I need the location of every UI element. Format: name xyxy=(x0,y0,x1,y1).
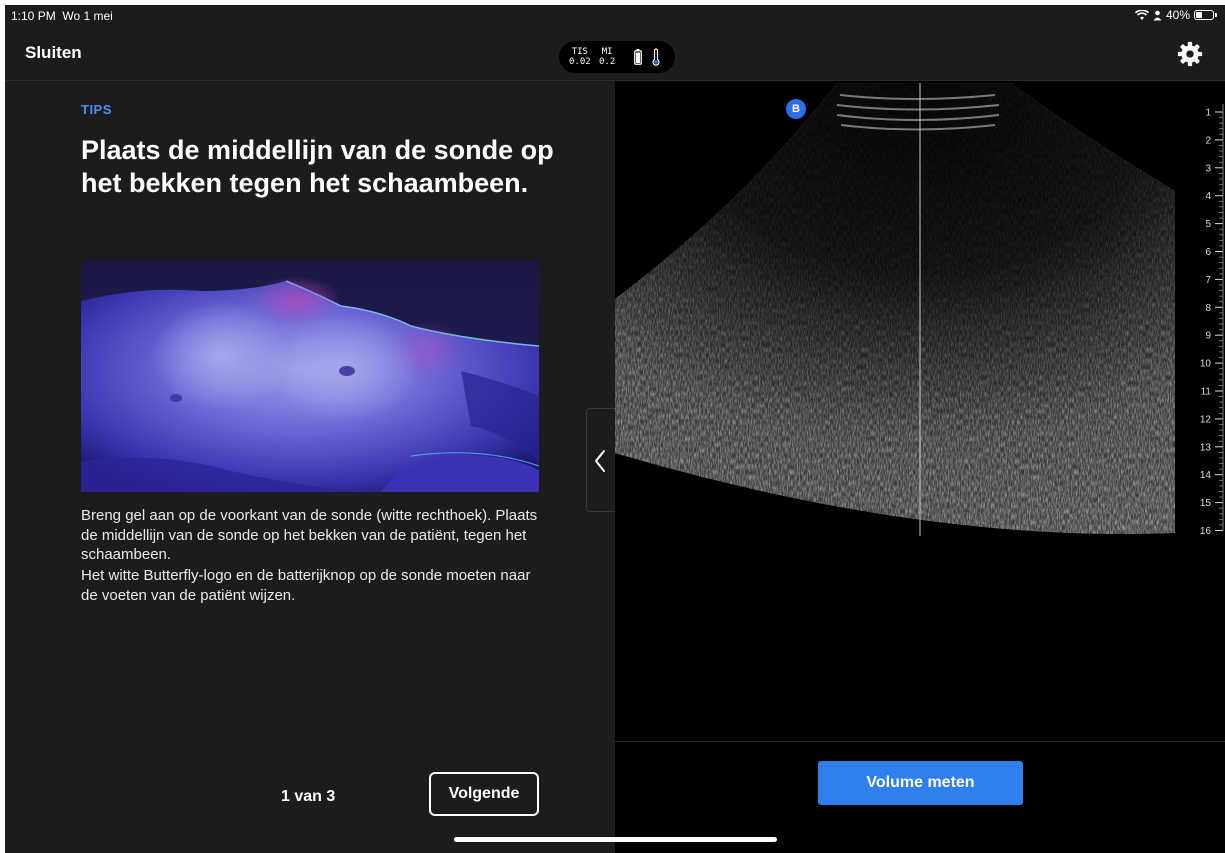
depth-label: 16 xyxy=(1200,526,1212,537)
depth-label: 5 xyxy=(1205,219,1211,230)
page-indicator: 1 van 3 xyxy=(281,788,336,805)
status-time: 1:10 PM Wo 1 mei xyxy=(11,9,113,23)
depth-label: 13 xyxy=(1200,442,1212,453)
tis-value: 0.02 xyxy=(569,57,591,67)
tis-metric: TIS 0.02 xyxy=(569,47,591,67)
battery-tip xyxy=(1215,13,1217,17)
home-indicator xyxy=(454,837,777,842)
clock-time: 1:10 PM xyxy=(11,9,56,23)
depth-label: 8 xyxy=(1205,303,1211,314)
tip-paragraph-1: Breng gel aan op de voorkant van de sond… xyxy=(81,507,538,563)
ultrasound-sector xyxy=(615,83,1175,536)
tip-paragraph-2: Het witte Butterfly-logo en de batterijk… xyxy=(81,567,531,604)
ultrasound-panel: B 1 2 3 4 5 6 7 8 9 10 11 12 13 14 15 16 Volume meten xyxy=(615,81,1225,853)
depth-label: 7 xyxy=(1205,275,1211,286)
tip-title: Plaats de middellijn van de sonde op het… xyxy=(81,135,554,198)
wifi-icon xyxy=(1134,9,1149,20)
depth-label: 2 xyxy=(1205,135,1211,146)
patient-illustration xyxy=(81,261,539,492)
depth-label: 4 xyxy=(1205,191,1211,202)
battery-percentage: 40% xyxy=(1165,8,1190,22)
acoustic-output-pill: TIS 0.02 MI 0.2 xyxy=(559,41,675,73)
location-person-icon xyxy=(1153,10,1162,20)
battery-icon xyxy=(1194,10,1214,20)
close-button[interactable]: Sluiten xyxy=(25,43,82,63)
probe-battery-icon xyxy=(634,49,642,65)
status-bar: 1:10 PM Wo 1 mei 40% xyxy=(5,5,1225,27)
measure-volume-button[interactable]: Volume meten xyxy=(818,761,1023,805)
torso-illustration xyxy=(81,261,539,492)
nav-bar: Sluiten TIS 0.02 MI 0.2 xyxy=(5,27,1225,81)
clock-date: Wo 1 mei xyxy=(62,9,113,23)
app-window: 1:10 PM Wo 1 mei 40% Sluiten TIS 0.02 MI… xyxy=(5,5,1225,853)
chevron-left-icon xyxy=(595,450,605,472)
tis-label: TIS xyxy=(571,47,588,57)
depth-label: 15 xyxy=(1200,498,1212,509)
depth-label: 12 xyxy=(1200,414,1212,425)
tips-panel: TIPS Plaats de middellijn van de sonde o… xyxy=(5,81,615,853)
depth-label: 9 xyxy=(1205,331,1211,342)
mi-value: 0.2 xyxy=(599,57,616,67)
next-button[interactable]: Volgende xyxy=(429,772,539,816)
gear-icon[interactable] xyxy=(1177,41,1203,67)
thermometer-icon xyxy=(652,48,660,66)
b-mode-badge[interactable]: B xyxy=(786,99,806,119)
depth-label: 6 xyxy=(1205,247,1211,258)
depth-scale: 12345678910111213141516 xyxy=(1200,104,1224,537)
battery-fill xyxy=(1196,12,1203,18)
depth-label: 14 xyxy=(1200,470,1212,481)
mi-metric: MI 0.2 xyxy=(599,47,615,67)
collapse-panel-button[interactable] xyxy=(586,408,615,512)
depth-label: 3 xyxy=(1205,163,1211,174)
status-indicators: 40% xyxy=(1134,8,1217,22)
depth-label: 10 xyxy=(1200,359,1212,370)
depth-label: 1 xyxy=(1205,108,1211,119)
ultrasound-image[interactable]: B 1 2 3 4 5 6 7 8 9 10 11 12 13 14 15 16 xyxy=(615,81,1225,741)
tips-section-label: TIPS xyxy=(81,102,112,117)
depth-label: 11 xyxy=(1201,387,1212,398)
mi-label: MI xyxy=(601,47,613,57)
